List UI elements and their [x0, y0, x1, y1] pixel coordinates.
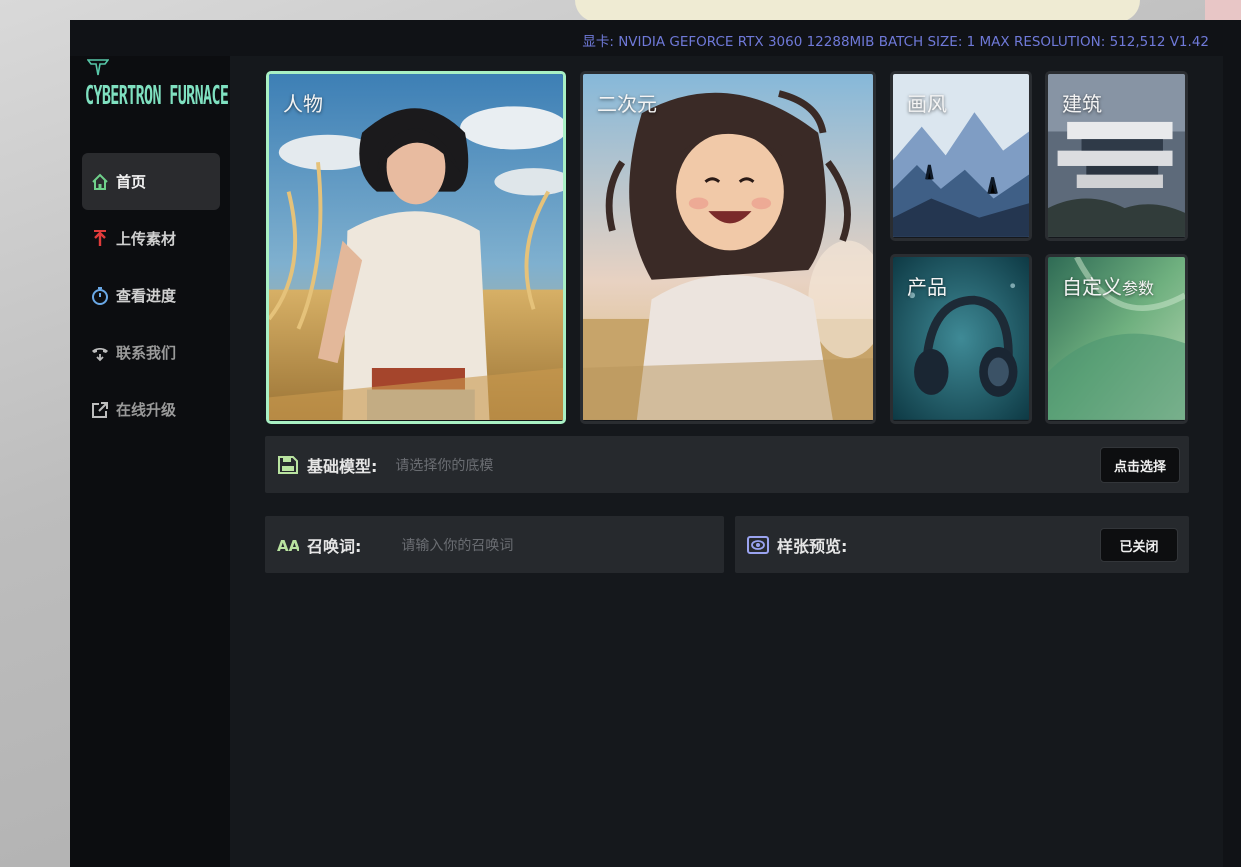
- brand-name: CYBERTRON FURNACE: [85, 80, 229, 111]
- sidebar-item-label: 在线升级: [116, 401, 177, 419]
- home-icon: [92, 173, 108, 190]
- sidebar-item-label: 查看进度: [116, 287, 177, 305]
- phone-icon: [92, 347, 108, 361]
- base-model-label: 基础模型:: [307, 456, 378, 476]
- anime-image: [583, 74, 873, 420]
- logo-mark-icon: [87, 59, 109, 76]
- prompt-label: 召唤词:: [307, 536, 362, 556]
- status-bar: 显卡: NVIDIA GEFORCE RTX 3060 12288MIB BAT…: [582, 34, 1209, 50]
- sidebar-item-label: 上传素材: [116, 230, 177, 248]
- category-tile-portrait[interactable]: 人物: [266, 71, 566, 424]
- sidebar-item-label: 联系我们: [116, 344, 177, 362]
- main-content: 人物 二次元 画风 建筑 产品 自定义参数 基础模型: 请选择你的底模 点击选择…: [230, 56, 1223, 867]
- font-aa-icon: AA: [277, 537, 299, 555]
- category-label: 人物: [283, 92, 323, 116]
- logo: CYBERTRON FURNACE: [85, 58, 229, 118]
- prompt-row: AA 召唤词: 请输入你的召唤词: [265, 516, 724, 573]
- sidebar-item-label: 首页: [116, 173, 147, 191]
- base-model-input[interactable]: 请选择你的底模: [395, 455, 493, 475]
- preview-row: 样张预览: 已关闭: [735, 516, 1189, 573]
- category-label: 二次元: [597, 92, 657, 116]
- background-window: [575, 0, 1140, 22]
- category-label: 自定义参数: [1062, 275, 1155, 299]
- upload-arrow-icon: [94, 229, 106, 246]
- prompt-input[interactable]: 请输入你的召唤词: [401, 535, 513, 555]
- category-tile-architecture[interactable]: 建筑: [1045, 71, 1188, 241]
- sidebar: CYBERTRON FURNACE 首页 上传素材 查看进度 联系我们 在线升级: [70, 56, 230, 867]
- select-model-button[interactable]: 点击选择: [1100, 447, 1180, 483]
- sidebar-item-contact[interactable]: 联系我们: [82, 324, 220, 381]
- eye-icon: [747, 535, 769, 554]
- category-tile-anime[interactable]: 二次元: [580, 71, 876, 424]
- external-link-icon: [92, 401, 108, 418]
- sidebar-item-upgrade[interactable]: 在线升级: [82, 381, 220, 438]
- background-window: [1205, 0, 1241, 22]
- base-model-row: 基础模型: 请选择你的底模 点击选择: [265, 436, 1189, 493]
- sidebar-item-progress[interactable]: 查看进度: [82, 267, 220, 324]
- preview-label: 样张预览:: [777, 536, 848, 556]
- category-label: 建筑: [1062, 92, 1102, 116]
- category-tile-product[interactable]: 产品: [890, 254, 1032, 424]
- sidebar-item-upload[interactable]: 上传素材: [82, 210, 220, 267]
- preview-toggle-button[interactable]: 已关闭: [1100, 528, 1178, 562]
- sidebar-item-home[interactable]: 首页: [82, 153, 220, 210]
- svg-text:AA: AA: [277, 537, 299, 555]
- sidebar-nav: 首页 上传素材 查看进度 联系我们 在线升级: [82, 153, 220, 438]
- app-window: 显卡: NVIDIA GEFORCE RTX 3060 12288MIB BAT…: [70, 20, 1241, 867]
- category-tile-style[interactable]: 画风: [890, 71, 1032, 241]
- portrait-image: [269, 74, 563, 420]
- category-label: 画风: [907, 92, 947, 116]
- category-tile-custom[interactable]: 自定义参数: [1045, 254, 1188, 424]
- save-disk-icon: [278, 455, 298, 474]
- category-label: 产品: [907, 275, 947, 299]
- stopwatch-icon: [92, 286, 108, 305]
